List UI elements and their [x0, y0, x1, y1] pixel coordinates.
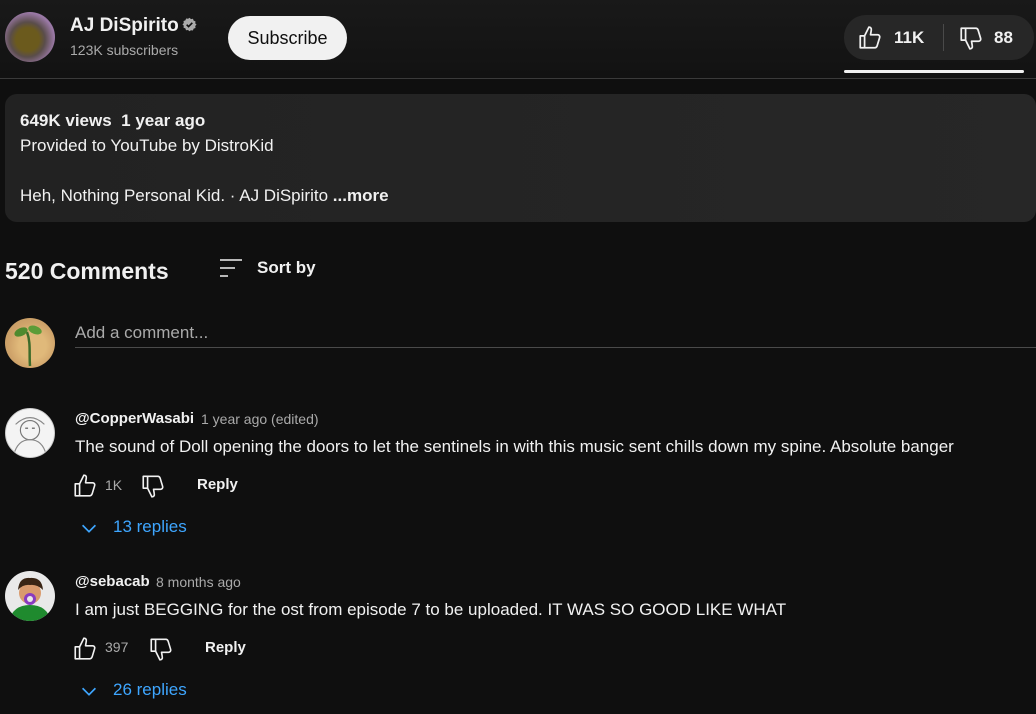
thumbs-up-icon[interactable] — [72, 473, 98, 499]
view-count: 649K views — [20, 111, 112, 130]
upload-age: 1 year ago — [121, 111, 206, 130]
thumbs-up-icon[interactable] — [72, 636, 98, 662]
reply-button[interactable]: Reply — [205, 639, 246, 656]
thumbs-down-icon — [960, 27, 982, 50]
dislike-button[interactable]: 88 — [944, 15, 1034, 60]
chevron-down-icon — [81, 687, 97, 696]
thumbs-down-icon[interactable] — [140, 473, 166, 499]
chevron-down-icon — [81, 524, 97, 533]
comment-avatar[interactable] — [5, 408, 55, 458]
thumbs-down-icon[interactable] — [148, 636, 174, 662]
sort-by-label: Sort by — [257, 258, 316, 277]
comments-count: 520 Comments — [5, 258, 169, 284]
replies-count: 26 replies — [113, 680, 187, 699]
comment-timestamp[interactable]: 1 year ago (edited) — [201, 411, 319, 427]
comment-text: I am just BEGGING for the ost from episo… — [75, 600, 787, 619]
song-title: Heh, Nothing Personal Kid. · AJ DiSpirit… — [20, 186, 329, 205]
reply-button[interactable]: Reply — [197, 476, 238, 493]
subscribe-button[interactable]: Subscribe — [228, 16, 347, 60]
comment-timestamp[interactable]: 8 months ago — [156, 574, 241, 590]
channel-avatar[interactable] — [5, 12, 55, 62]
replies-count: 13 replies — [113, 517, 187, 536]
comment-avatar[interactable] — [5, 571, 55, 621]
view-replies-button[interactable]: 26 replies — [78, 675, 228, 705]
dislike-count: 88 — [994, 28, 1013, 47]
video-stats: 649K views 1 year ago — [20, 111, 205, 131]
current-user-avatar — [5, 318, 55, 368]
channel-bar: AJ DiSpirito 123K subscribers Subscribe … — [0, 0, 1036, 79]
song-line: Heh, Nothing Personal Kid. · AJ DiSpirit… — [20, 186, 389, 206]
comment-author[interactable]: @sebacab — [75, 573, 150, 590]
subscriber-count: 123K subscribers — [70, 42, 179, 58]
sort-icon — [220, 259, 242, 277]
thumbs-up-icon — [859, 26, 881, 49]
like-button[interactable]: 11K — [844, 15, 942, 60]
like-count: 11K — [894, 28, 925, 47]
comment-author[interactable]: @CopperWasabi — [75, 410, 194, 427]
comment-like-count: 1K — [105, 477, 123, 493]
add-comment-input[interactable] — [75, 319, 1036, 348]
like-underline — [844, 70, 1024, 73]
provided-by-line: Provided to YouTube by DistroKid — [20, 136, 274, 155]
view-replies-button[interactable]: 13 replies — [78, 512, 228, 542]
show-more-button[interactable]: ...more — [333, 186, 389, 205]
like-dislike-bar: 11K 88 — [844, 15, 1034, 60]
verified-badge-icon — [182, 17, 197, 32]
channel-name[interactable]: AJ DiSpirito — [70, 15, 179, 37]
sort-by-button[interactable]: Sort by — [218, 255, 328, 281]
comment-text: The sound of Doll opening the doors to l… — [75, 437, 954, 456]
description-box[interactable]: 649K views 1 year ago Provided to YouTub… — [5, 94, 1036, 222]
comment-like-count: 397 — [105, 639, 129, 655]
